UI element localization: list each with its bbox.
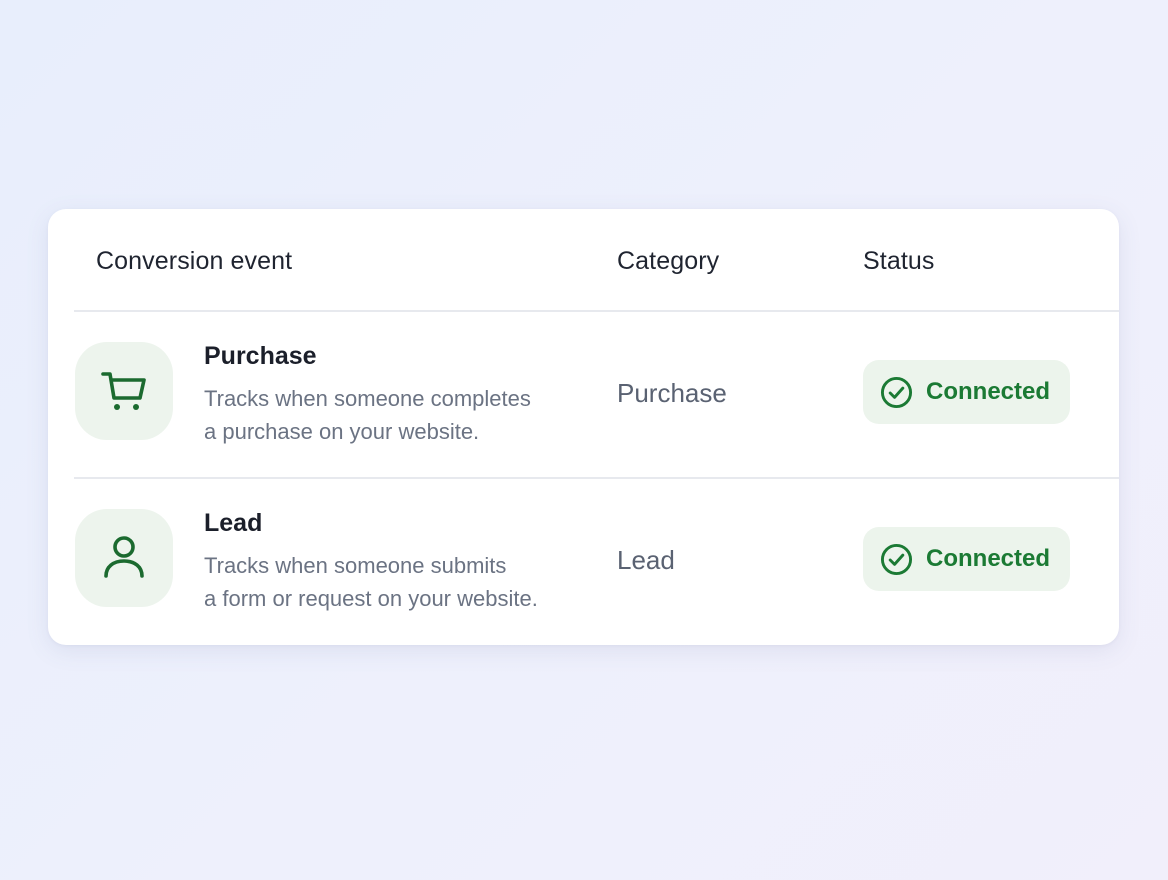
event-category: Lead bbox=[617, 545, 675, 575]
status-badge[interactable]: Connected bbox=[863, 360, 1070, 424]
table-row-lead[interactable]: Lead Tracks when someone submits a form … bbox=[48, 479, 1119, 645]
column-header-conversion-event[interactable]: Conversion event bbox=[96, 247, 292, 276]
check-circle-icon bbox=[880, 543, 913, 575]
event-title: Purchase bbox=[204, 342, 317, 370]
event-description: Tracks when someone submits a form or re… bbox=[204, 549, 584, 615]
status-badge[interactable]: Connected bbox=[863, 527, 1070, 591]
table-row-purchase[interactable]: Purchase Tracks when someone completes a… bbox=[48, 312, 1119, 478]
event-description-line: a form or request on your website. bbox=[204, 586, 538, 611]
event-category: Purchase bbox=[617, 378, 727, 408]
event-description-line: Tracks when someone submits bbox=[204, 553, 507, 578]
event-icon-tile bbox=[75, 342, 173, 440]
event-description-line: a purchase on your website. bbox=[204, 419, 480, 444]
status-label: Connected bbox=[926, 378, 1051, 405]
event-description: Tracks when someone completes a purchase… bbox=[204, 382, 584, 448]
user-icon bbox=[104, 536, 144, 578]
shopping-cart-icon bbox=[101, 372, 146, 410]
status-label: Connected bbox=[926, 545, 1051, 572]
conversion-events-table: Conversion event Category Status Purchas… bbox=[48, 209, 1119, 645]
event-icon-tile bbox=[75, 509, 173, 607]
column-header-category[interactable]: Category bbox=[617, 247, 719, 276]
event-description-line: Tracks when someone completes bbox=[204, 386, 531, 411]
check-circle-icon bbox=[880, 376, 913, 408]
table-header: Conversion event Category Status bbox=[48, 209, 1119, 311]
column-header-status[interactable]: Status bbox=[863, 247, 934, 276]
event-title: Lead bbox=[204, 509, 263, 537]
